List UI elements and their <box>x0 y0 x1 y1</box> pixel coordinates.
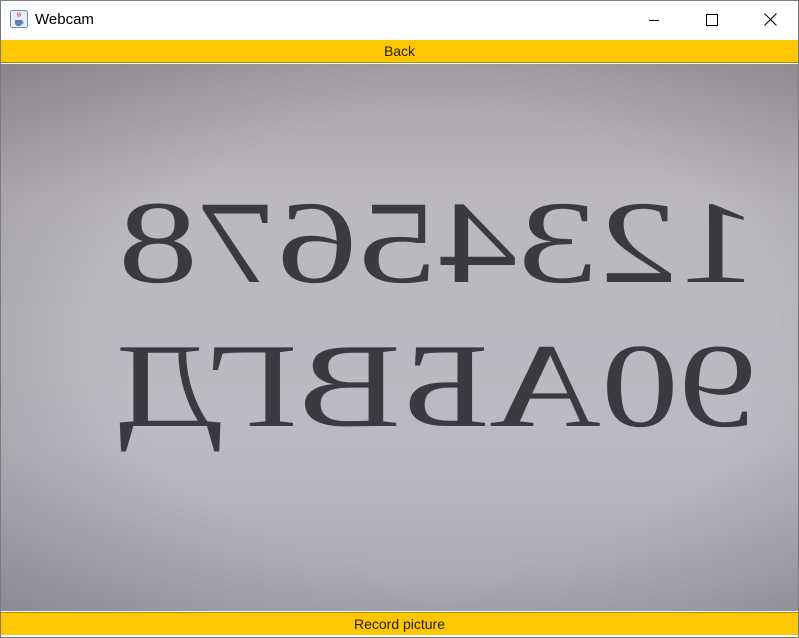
close-icon <box>763 13 777 26</box>
java-cup-icon <box>10 10 28 28</box>
camera-text-line-1: 12345678 <box>118 177 758 308</box>
webcam-preview: 12345678 90АБВГД <box>1 64 798 611</box>
minimize-button[interactable] <box>625 1 683 38</box>
minimize-icon <box>649 19 659 21</box>
webcam-frame: 12345678 90АБВГД <box>1 64 798 611</box>
maximize-icon <box>706 13 718 26</box>
back-button[interactable]: Back <box>1 40 798 63</box>
maximize-button[interactable] <box>683 1 741 38</box>
webcam-window: Webcam Back 12345678 90АБВГД Record pict… <box>0 0 799 638</box>
title-bar[interactable]: Webcam <box>1 1 798 38</box>
close-button[interactable] <box>741 1 799 38</box>
window-title: Webcam <box>35 11 94 28</box>
record-picture-button[interactable]: Record picture <box>1 612 798 635</box>
camera-text-line-2: 90АБВГД <box>116 319 756 452</box>
